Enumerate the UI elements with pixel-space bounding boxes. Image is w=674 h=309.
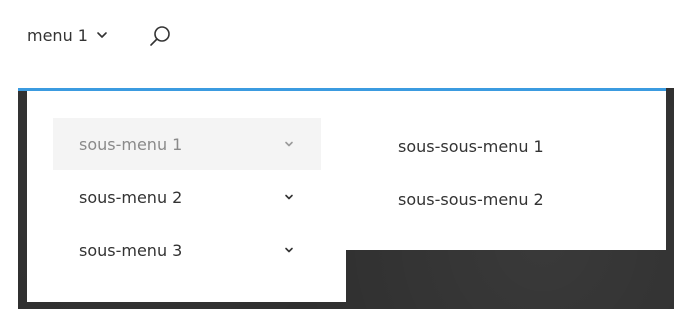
subsubmenu-item-label: sous-sous-menu 1 xyxy=(398,136,544,156)
submenu-item-label: sous-menu 1 xyxy=(79,134,183,154)
menu-1-button[interactable]: menu 1 xyxy=(27,22,108,48)
top-nav-bar: menu 1 xyxy=(0,0,674,88)
chevron-down-icon xyxy=(96,31,108,39)
subsubmenu-panel: sous-sous-menu 1 sous-sous-menu 2 xyxy=(346,91,666,250)
menu-1-label: menu 1 xyxy=(27,25,88,45)
submenu-panel: sous-menu 1 sous-menu 2 sous-menu 3 xyxy=(27,91,346,302)
submenu-item-3[interactable]: sous-menu 3 xyxy=(53,224,321,276)
chevron-down-icon xyxy=(283,244,295,256)
subsubmenu-item-2[interactable]: sous-sous-menu 2 xyxy=(398,173,638,225)
submenu-item-2[interactable]: sous-menu 2 xyxy=(53,171,321,223)
chevron-down-icon xyxy=(283,138,295,150)
search-icon[interactable] xyxy=(148,24,172,48)
chevron-down-icon xyxy=(283,191,295,203)
submenu-item-label: sous-menu 2 xyxy=(79,187,183,207)
submenu-item-1[interactable]: sous-menu 1 xyxy=(53,118,321,170)
submenu-item-label: sous-menu 3 xyxy=(79,240,183,260)
subsubmenu-item-1[interactable]: sous-sous-menu 1 xyxy=(398,120,638,172)
subsubmenu-item-label: sous-sous-menu 2 xyxy=(398,189,544,209)
